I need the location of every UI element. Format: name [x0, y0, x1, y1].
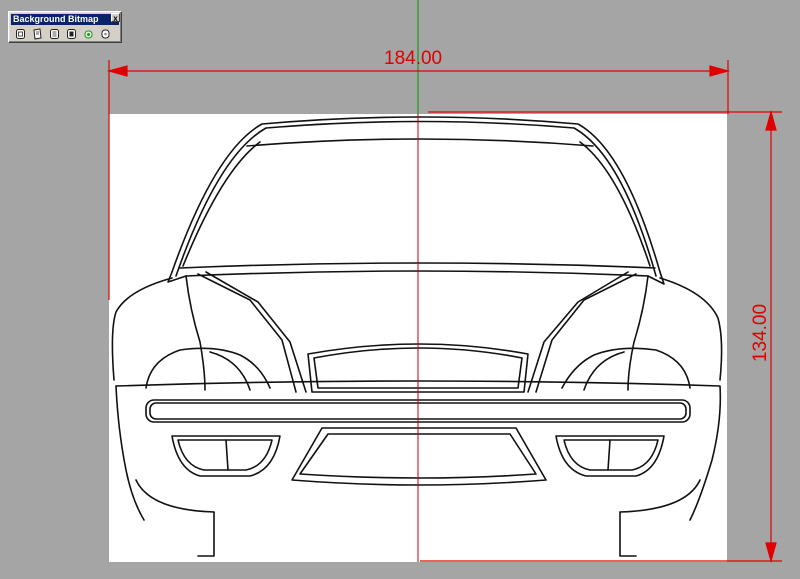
toolbar-buttons	[13, 27, 113, 41]
dimension-height-label: 134.00	[750, 303, 771, 363]
align-bitmap-icon[interactable]	[47, 27, 62, 41]
place-bitmap-icon[interactable]	[13, 27, 28, 41]
show-bitmap-icon[interactable]	[81, 27, 96, 41]
hide-bitmap-icon[interactable]	[98, 27, 113, 41]
dimension-width-label: 184.00	[384, 48, 443, 69]
close-icon[interactable]: x	[111, 13, 120, 23]
scale-bitmap-icon[interactable]	[64, 27, 79, 41]
background-bitmap-toolbar[interactable]: Background Bitmap x	[8, 11, 122, 43]
move-bitmap-icon[interactable]	[30, 27, 45, 41]
viewport[interactable]	[0, 0, 800, 579]
toolbar-title[interactable]: Background Bitmap	[11, 14, 119, 25]
